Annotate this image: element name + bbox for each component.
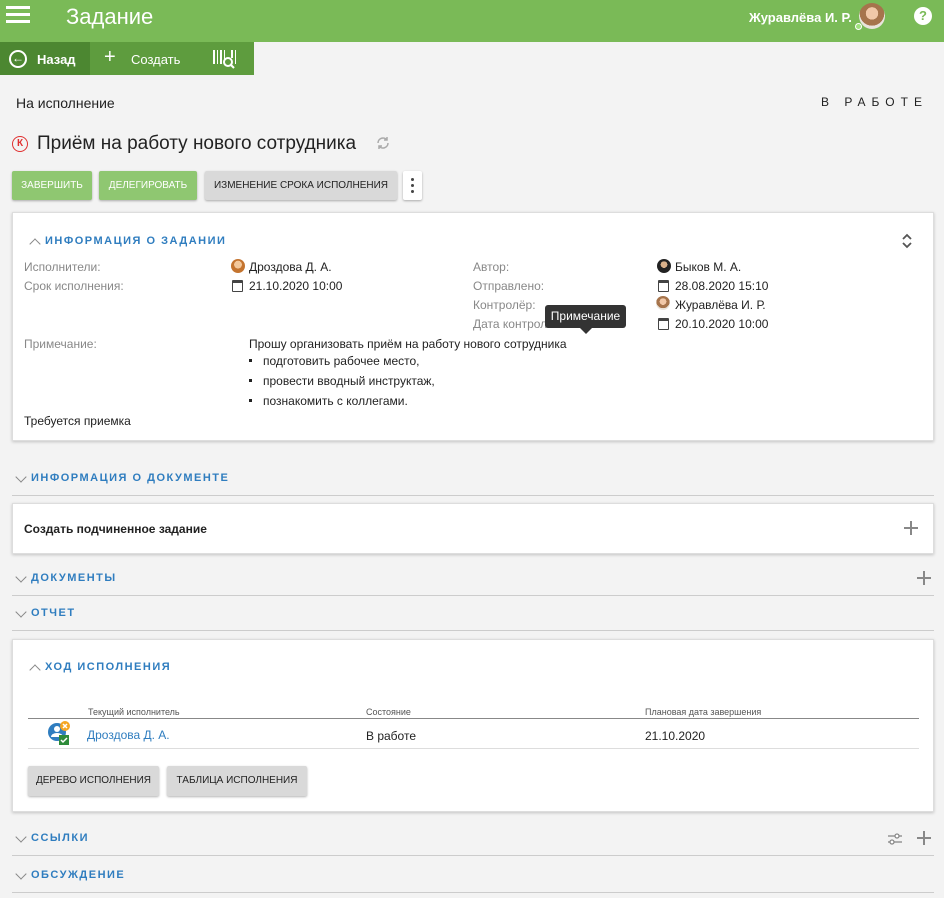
executor-link[interactable]: Дроздова Д. А. — [87, 728, 170, 742]
plus-icon[interactable] — [917, 831, 931, 845]
divider — [12, 495, 934, 496]
delegate-button[interactable]: Делегировать — [99, 171, 197, 200]
user-name[interactable]: Журавлёва И. Р. — [749, 10, 852, 25]
note-label: Примечание: — [24, 337, 97, 351]
avatar — [656, 296, 670, 310]
chevron-down-icon[interactable] — [15, 471, 27, 483]
refresh-icon[interactable] — [375, 135, 391, 151]
expand-collapse-icon[interactable] — [901, 233, 913, 249]
documents-section[interactable]: Документы — [31, 572, 117, 584]
divider — [12, 855, 934, 856]
deadline-value: 21.10.2020 10:00 — [249, 279, 343, 293]
status-badge: В РАБОТЕ — [821, 95, 928, 109]
change-deadline-button[interactable]: Изменение срока исполнения — [205, 171, 397, 200]
chevron-down-icon[interactable] — [15, 868, 27, 880]
create-button[interactable]: Создать — [131, 52, 180, 67]
sent-label: Отправлено: — [473, 279, 545, 293]
task-stage: На исполнение — [16, 95, 115, 111]
note-text: Прошу организовать приём на работу новог… — [249, 337, 567, 351]
executor-name[interactable]: Дроздова Д. А. — [249, 260, 332, 274]
avatar — [231, 259, 245, 273]
help-icon[interactable]: ? — [914, 7, 932, 25]
control-badge-icon: К — [12, 136, 28, 152]
online-status-icon — [855, 23, 862, 30]
complete-button[interactable]: Завершить — [12, 171, 92, 200]
note-item: подготовить рабочее место, — [263, 354, 420, 368]
control-date-value: 20.10.2020 10:00 — [675, 317, 769, 331]
controller-name[interactable]: Журавлёва И. Р. — [675, 298, 766, 312]
discussion-section[interactable]: Обсуждение — [31, 869, 125, 881]
bullet-icon — [249, 399, 252, 402]
date-value: 21.10.2020 — [645, 729, 706, 743]
column-header: Состояние — [366, 707, 411, 717]
state-value: В работе — [366, 729, 417, 743]
avatar — [657, 259, 671, 273]
progress-title[interactable]: Ход исполнения — [45, 661, 171, 673]
execution-tree-button[interactable]: Дерево исполнения — [28, 766, 159, 796]
task-title: Приём на работу нового сотрудника — [37, 133, 357, 154]
barcode-search-icon[interactable] — [212, 48, 238, 70]
table-header-divider — [28, 718, 919, 719]
more-icon[interactable] — [403, 171, 422, 200]
deadline-label: Срок исполнения: — [24, 279, 124, 293]
controller-label: Контролёр: — [473, 298, 536, 312]
links-section[interactable]: Ссылки — [31, 832, 89, 844]
bullet-icon — [249, 379, 252, 382]
toolbar: ← Назад + Создать — [0, 42, 254, 75]
calendar-icon — [232, 280, 243, 292]
calendar-icon — [658, 318, 669, 330]
doc-info-section[interactable]: Информация о документе — [31, 472, 229, 484]
back-button[interactable]: ← Назад — [0, 42, 90, 75]
author-label: Автор: — [473, 260, 510, 274]
note-item: провести вводный инструктаж, — [263, 374, 435, 388]
divider — [12, 630, 934, 631]
bullet-icon — [249, 359, 252, 362]
app-header: Задание Журавлёва И. Р. ? — [0, 0, 944, 42]
back-arrow-icon: ← — [9, 50, 27, 68]
filter-settings-icon[interactable] — [887, 832, 903, 846]
executors-label: Исполнители: — [24, 260, 101, 274]
chevron-down-icon[interactable] — [15, 831, 27, 843]
avatar[interactable] — [859, 3, 885, 29]
page-title: Задание — [66, 4, 154, 29]
menu-icon[interactable] — [6, 6, 32, 32]
column-header: Плановая дата завершения — [645, 707, 762, 717]
calendar-icon — [658, 280, 669, 292]
plus-icon[interactable]: + — [104, 47, 116, 67]
task-info-title[interactable]: Информация о задании — [45, 235, 226, 247]
report-section[interactable]: Отчет — [31, 607, 76, 619]
divider — [12, 595, 934, 596]
plus-icon[interactable] — [904, 521, 918, 535]
chevron-down-icon[interactable] — [15, 606, 27, 618]
table-row-divider — [28, 748, 919, 749]
create-subtask-label[interactable]: Создать подчиненное задание — [24, 522, 207, 536]
tooltip: Примечание — [545, 305, 626, 334]
divider — [12, 892, 934, 893]
sent-value: 28.08.2020 15:10 — [675, 279, 769, 293]
acceptance-text: Требуется приемка — [24, 414, 131, 428]
column-header: Текущий исполнитель — [88, 707, 180, 717]
executor-status-icon — [48, 721, 70, 745]
execution-table-button[interactable]: Таблица исполнения — [167, 766, 307, 796]
note-item: познакомить с коллегами. — [263, 394, 408, 408]
back-label: Назад — [37, 52, 76, 67]
author-name[interactable]: Быков М. А. — [675, 260, 741, 274]
plus-icon[interactable] — [917, 571, 931, 585]
chevron-down-icon[interactable] — [15, 571, 27, 583]
